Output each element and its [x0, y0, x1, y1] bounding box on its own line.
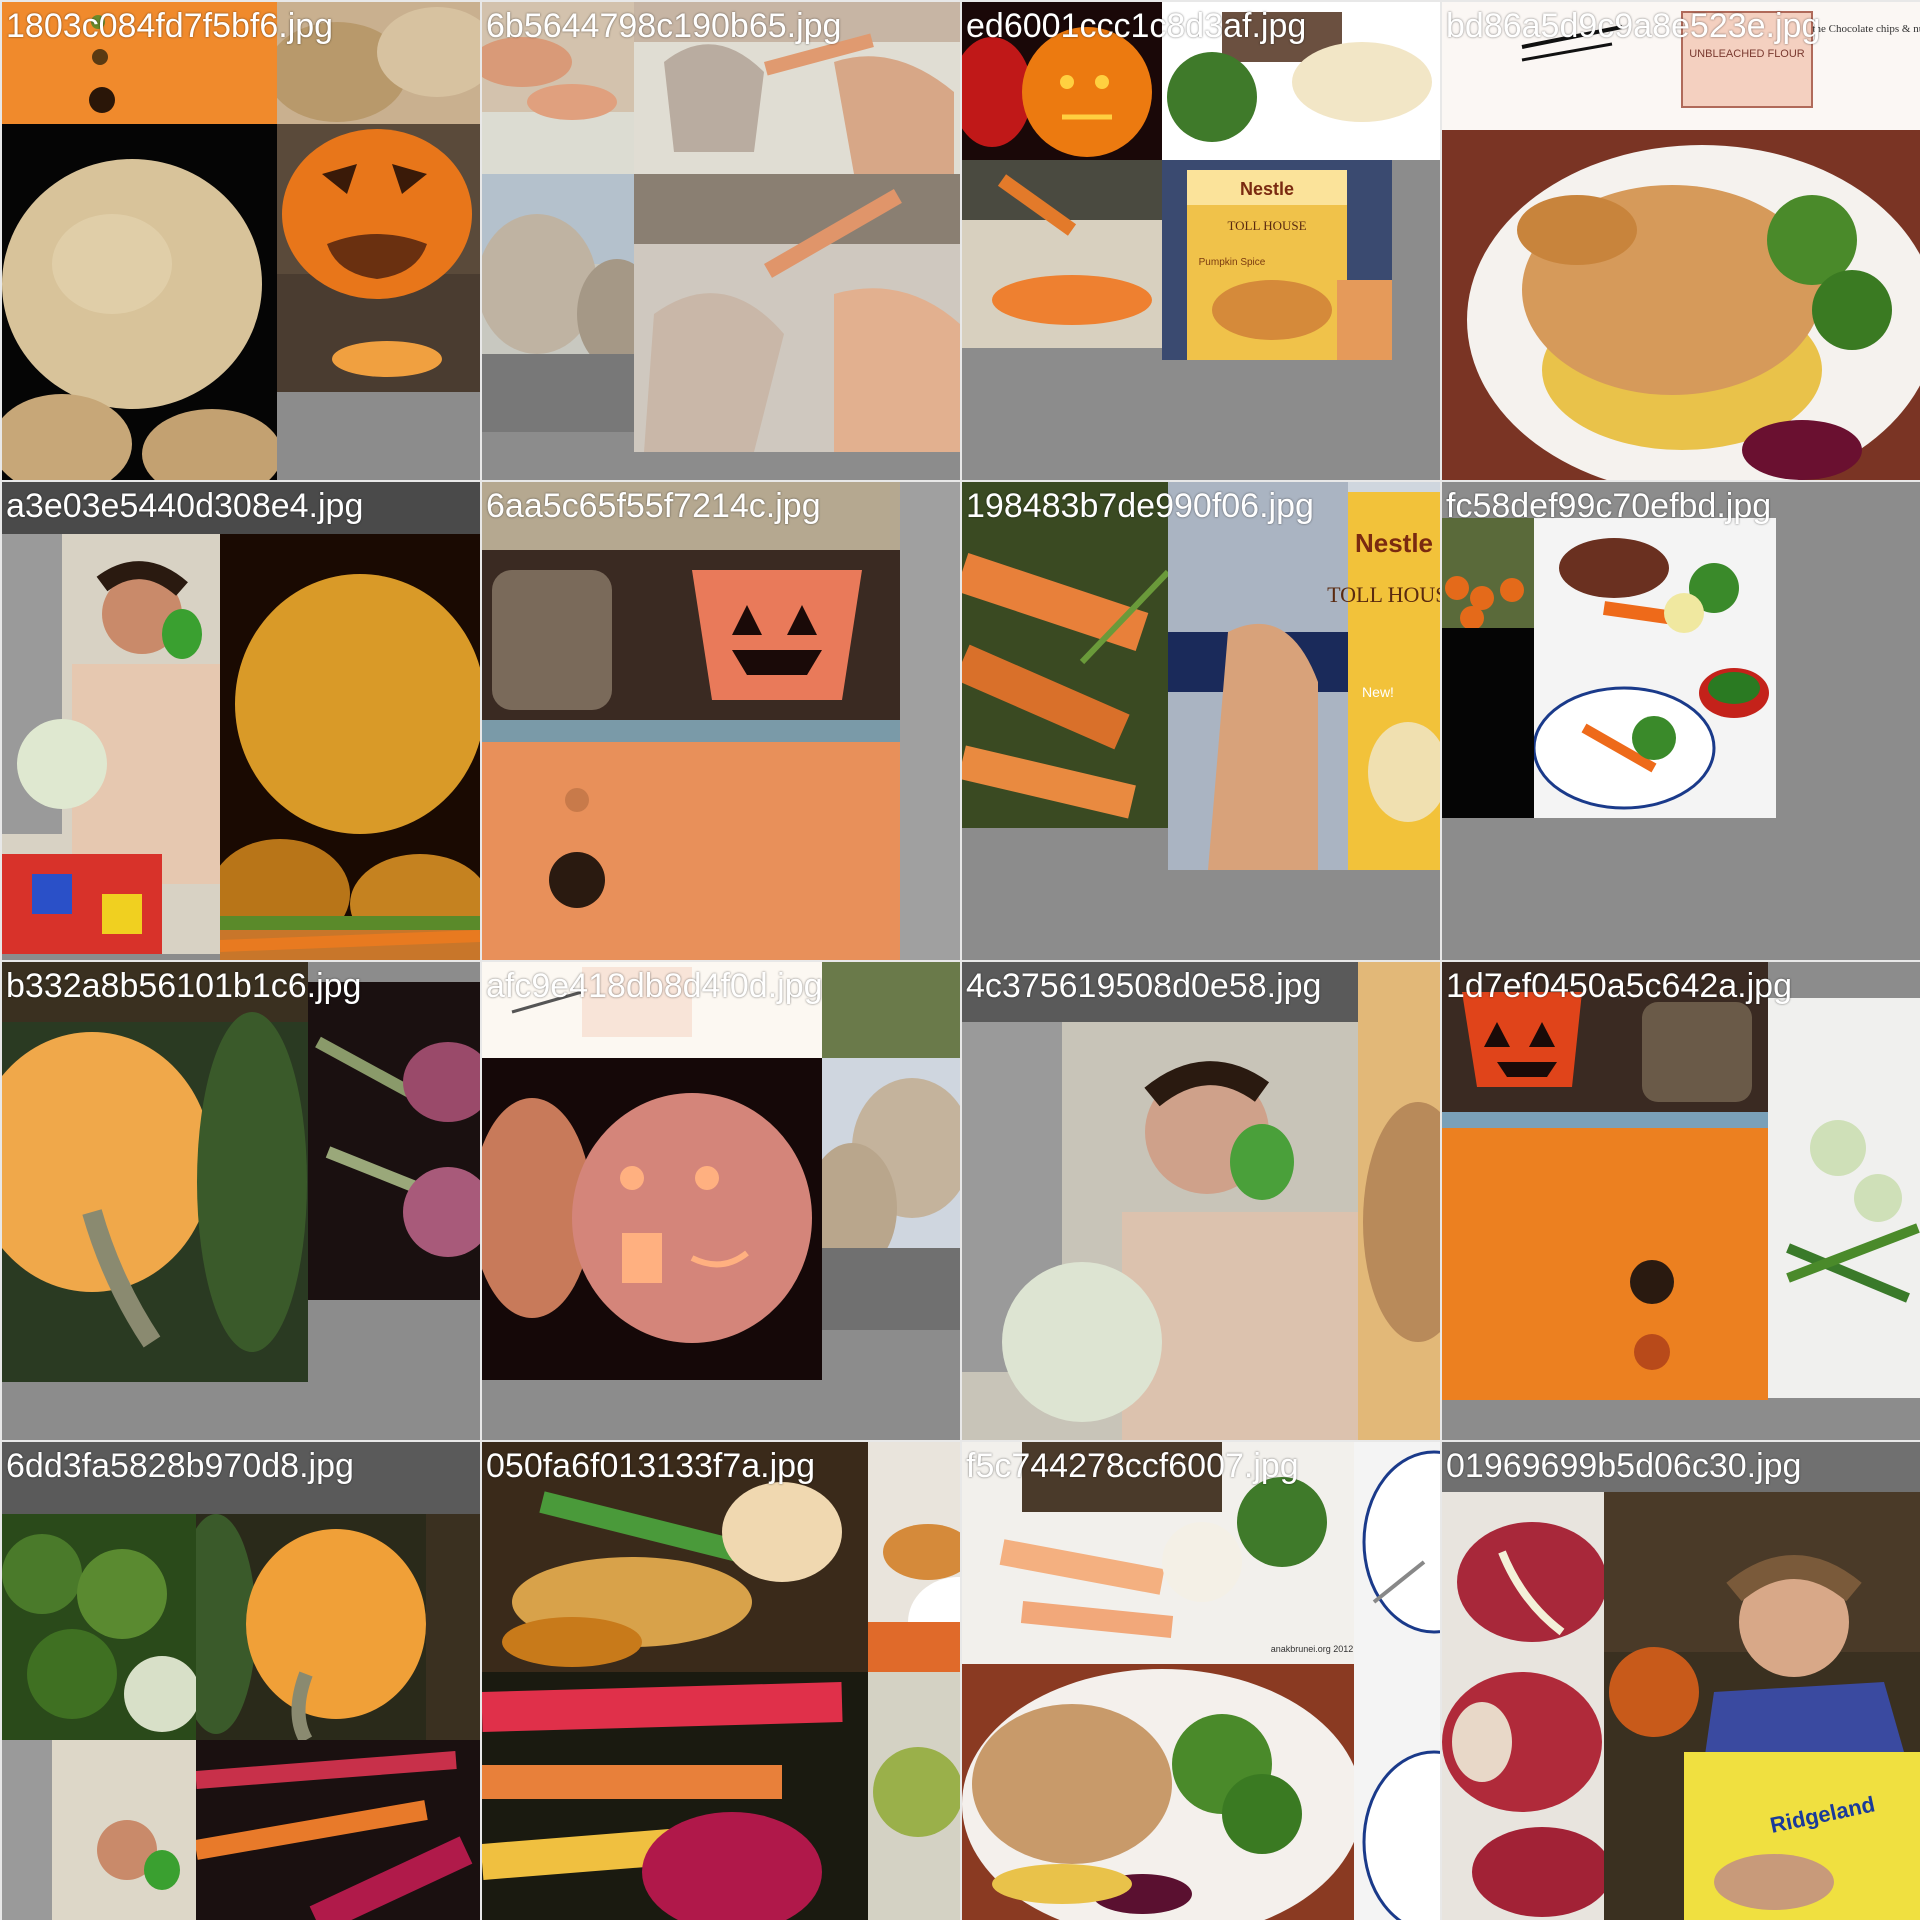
brand-text: Nestle: [1240, 179, 1294, 199]
squash-pumpkin-photo: [2, 962, 308, 1382]
broccoli-blur-photo: [868, 1672, 960, 1920]
orange-pumpkin-photo: [196, 1514, 480, 1740]
tile-caption: 198483b7de990f06.jpg: [966, 487, 1314, 525]
tile-9[interactable]: b332a8b56101b1c6.jpg: [2, 962, 480, 1440]
tile-caption: 6b5644798c190b65.jpg: [486, 7, 842, 45]
watermark-text: anakbrunei.org 2012: [1271, 1644, 1354, 1654]
flour-bag-text: UNBLEACHED FLOUR: [1689, 48, 1805, 60]
trees-photo: [822, 962, 960, 1058]
product-text: TOLL HOUSE: [1227, 218, 1306, 233]
tile-caption: f5c744278ccf6007.jpg: [966, 1447, 1299, 1485]
fresh-carrots-photo: [962, 482, 1168, 828]
tile-12[interactable]: 1d7ef0450a5c642a.jpg: [1442, 962, 1920, 1440]
carrot-julienne-photo: [634, 174, 960, 452]
toll-house-tube-photo: Nestle TOLL HOUSE New!: [1168, 482, 1440, 870]
image-grid: 1803c084fd7f5bf6.jpg 6b5644798c190b65.jp…: [0, 0, 1920, 1920]
tile-caption: 4c375619508d0e58.jpg: [966, 967, 1322, 1005]
tile-caption: 01969699b5d06c30.jpg: [1446, 1447, 1802, 1485]
cage-edge-photo: [900, 482, 960, 960]
flavor-text: Pumpkin Spice: [1199, 257, 1266, 268]
jack-o-lanterns-photo: [482, 1058, 822, 1380]
plated-fish-photo: [1534, 518, 1776, 818]
tile-14[interactable]: 050fa6f013133f7a.jpg: [482, 1442, 960, 1920]
pumpkin-patch-photo: [1442, 518, 1534, 628]
tile-caption: a3e03e5440d308e4.jpg: [6, 487, 364, 525]
man-with-cabbage-photo: [962, 962, 1358, 1440]
salad-plate-photo: [1768, 998, 1920, 1398]
tile-caption: 1d7ef0450a5c642a.jpg: [1446, 967, 1792, 1005]
tile-15[interactable]: anakbrunei.org 2012 f5c744278ccf6007.jpg: [962, 1442, 1440, 1920]
badge-text: New!: [1362, 684, 1394, 700]
carrot-peeling-photo: [962, 160, 1162, 348]
tile-1[interactable]: 1803c084fd7f5bf6.jpg: [2, 2, 480, 480]
dark-photo: [1442, 628, 1534, 818]
roast-leg-photo: [868, 1442, 960, 1672]
tile-5[interactable]: a3e03e5440d308e4.jpg: [2, 482, 480, 960]
plates-edge-photo: [1354, 1442, 1440, 1920]
tile-6[interactable]: 6aa5c65f55f7214c.jpg: [482, 482, 960, 960]
tile-caption: ed6001ccc1c8d3af.jpg: [966, 7, 1307, 45]
tile-10[interactable]: afc9e418db8d4f0d.jpg: [482, 962, 960, 1440]
tile-caption: 6dd3fa5828b970d8.jpg: [6, 1447, 354, 1485]
brand-text: Nestle: [1355, 528, 1433, 558]
potatoes-photo: [482, 174, 634, 432]
pumpkin-bucket-shelf-photo: [482, 550, 900, 960]
product-text: TOLL HOUSE: [1327, 582, 1440, 607]
carved-pumpkin-photo: [277, 124, 480, 392]
man-with-parrot-photo: [2, 534, 220, 954]
toll-house-pack-photo: Nestle TOLL HOUSE Pumpkin Spice: [1162, 160, 1392, 360]
tile-caption: afc9e418db8d4f0d.jpg: [486, 967, 823, 1005]
boy-with-pumpkins-photo: Ridgeland: [1604, 1492, 1920, 1920]
broccoli-photo: [2, 1514, 196, 1740]
tile-2[interactable]: 6b5644798c190b65.jpg: [482, 2, 960, 480]
tile-caption: b332a8b56101b1c6.jpg: [6, 967, 362, 1005]
sketch-note-text: the Chocolate chips & nuts: [1812, 23, 1920, 35]
man-parrot-small-photo: [2, 1740, 196, 1920]
carpaccio-photo: [1442, 1492, 1604, 1920]
tile-8[interactable]: fc58def99c70efbd.jpg: [1442, 482, 1920, 960]
tile-16[interactable]: Ridgeland 01969699b5d06c30.jpg: [1442, 1442, 1920, 1920]
purple-carrots-photo: [308, 982, 480, 1300]
tile-11[interactable]: 4c375619508d0e58.jpg: [962, 962, 1440, 1440]
tile-13[interactable]: 6dd3fa5828b970d8.jpg: [2, 1442, 480, 1920]
tile-caption: bd86a5d9c9a8e523e.jpg: [1446, 7, 1821, 45]
orange-counter-photo: [1442, 962, 1768, 1400]
tile-caption: 050fa6f013133f7a.jpg: [486, 1447, 815, 1485]
tile-3[interactable]: Nestle TOLL HOUSE Pumpkin Spice ed6001cc…: [962, 2, 1440, 480]
hand-edge-photo: [1358, 962, 1440, 1440]
carrots-strip-photo: [220, 916, 480, 960]
tile-caption: 1803c084fd7f5bf6.jpg: [6, 7, 334, 45]
colorful-carrots-photo: [482, 1672, 868, 1920]
potato-pile-photo: [220, 534, 480, 954]
chicken-plate-photo: [962, 1664, 1354, 1920]
potato-closeup-photo: [2, 124, 277, 480]
roast-chicken-photo: [1442, 130, 1920, 480]
tile-4[interactable]: UNBLEACHED FLOUR the Chocolate chips & n…: [1442, 2, 1920, 480]
tile-caption: 6aa5c65f55f7214c.jpg: [486, 487, 821, 525]
tile-7[interactable]: Nestle TOLL HOUSE New! 198483b7de990f06.…: [962, 482, 1440, 960]
potatoes-photo: [822, 1058, 960, 1330]
mixed-carrots-photo: [196, 1740, 480, 1920]
tile-caption: fc58def99c70efbd.jpg: [1446, 487, 1772, 525]
